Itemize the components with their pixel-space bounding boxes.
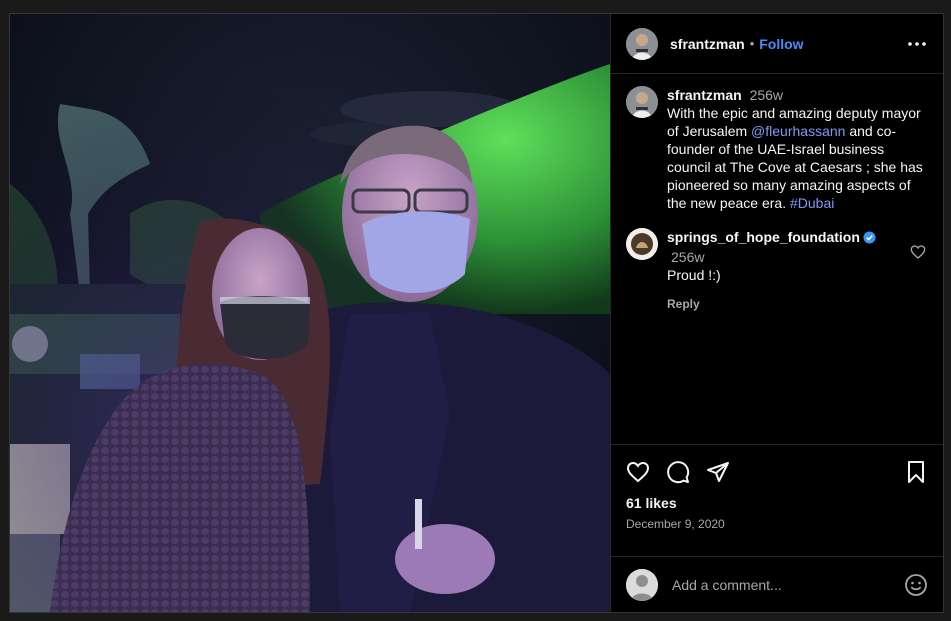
heart-icon[interactable] xyxy=(626,460,650,484)
comments-list: sfrantzman 256w With the epic and amazin… xyxy=(611,74,943,444)
post-actions: 61 likes December 9, 2020 xyxy=(611,444,943,556)
more-horizontal-icon[interactable] xyxy=(905,32,929,56)
current-user-avatar xyxy=(626,568,658,601)
bookmark-icon[interactable] xyxy=(904,460,928,484)
post-header: sfrantzman • Follow xyxy=(611,14,943,74)
comment-icon[interactable] xyxy=(666,460,690,484)
comment-like-heart-icon[interactable] xyxy=(910,244,928,262)
caption-hashtag-link[interactable]: #Dubai xyxy=(790,195,834,211)
verified-badge-icon xyxy=(863,230,876,248)
post-side-panel: sfrantzman • Follow sfrantzman 256w With… xyxy=(610,14,943,612)
comment-time[interactable]: 256w xyxy=(671,249,704,265)
post-photo[interactable] xyxy=(10,14,610,612)
action-icons-row xyxy=(626,457,928,487)
separator-dot: • xyxy=(749,36,755,51)
caption-author-avatar[interactable] xyxy=(626,86,658,118)
comment-item: springs_of_hope_foundation 256w Proud !:… xyxy=(626,228,928,313)
caption: sfrantzman 256w With the epic and amazin… xyxy=(626,86,928,212)
commenter-username[interactable]: springs_of_hope_foundation xyxy=(667,229,860,245)
emoji-icon[interactable] xyxy=(904,573,928,597)
add-comment-bar xyxy=(611,556,943,612)
likes-count[interactable]: 61 likes xyxy=(626,495,928,511)
caption-time[interactable]: 256w xyxy=(750,87,783,103)
post-date[interactable]: December 9, 2020 xyxy=(626,517,928,531)
follow-button[interactable]: Follow xyxy=(759,36,803,52)
caption-author-username[interactable]: sfrantzman xyxy=(667,87,742,103)
author-username[interactable]: sfrantzman xyxy=(670,36,745,52)
caption-body: sfrantzman 256w With the epic and amazin… xyxy=(667,86,928,212)
add-comment-input[interactable] xyxy=(670,575,904,594)
commenter-avatar[interactable] xyxy=(626,228,658,260)
caption-mention-link[interactable]: @fleurhassann xyxy=(751,123,845,139)
share-icon[interactable] xyxy=(706,460,730,484)
author-avatar[interactable] xyxy=(626,27,658,60)
comment-body: springs_of_hope_foundation 256w Proud !:… xyxy=(667,228,910,313)
comment-text: Proud !:) xyxy=(667,267,721,283)
post-modal: sfrantzman • Follow sfrantzman 256w With… xyxy=(9,13,944,613)
post-image-illustration xyxy=(10,14,610,612)
reply-button[interactable]: Reply xyxy=(667,295,700,313)
